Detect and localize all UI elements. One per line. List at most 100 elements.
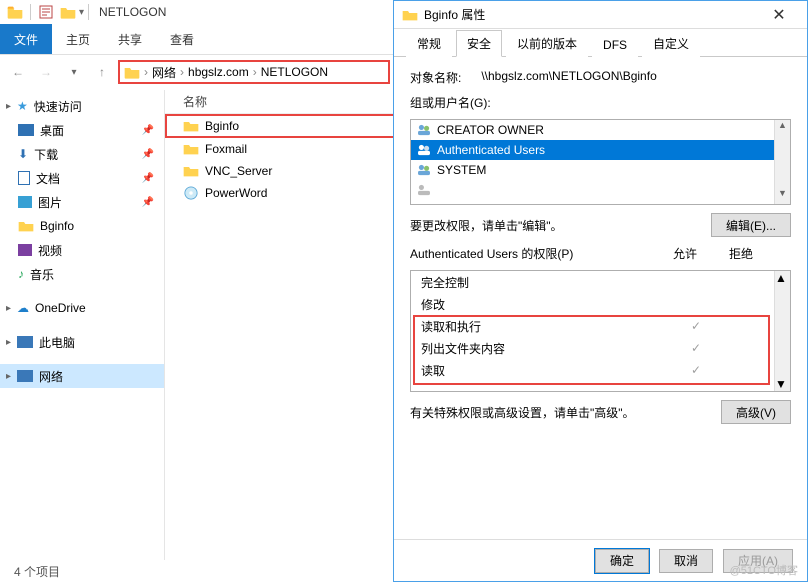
sidebar-network[interactable]: ▸ 网络 — [0, 364, 164, 388]
cancel-button[interactable]: 取消 — [659, 549, 713, 573]
edit-hint: 要更改权限，请单击"编辑"。 — [410, 217, 563, 234]
crumb-domain[interactable]: hbgslz.com — [188, 65, 249, 79]
ok-button[interactable]: 确定 — [595, 549, 649, 573]
thispc-icon — [17, 336, 33, 348]
ribbon-tab-view[interactable]: 查看 — [156, 24, 208, 54]
sidebar-onedrive[interactable]: ▸ ☁ OneDrive — [0, 296, 164, 320]
desktop-icon — [18, 124, 34, 136]
allow-check: ✓ — [668, 319, 724, 333]
advanced-button[interactable]: 高级(V) — [721, 400, 791, 424]
crumb-network[interactable]: 网络 — [152, 64, 176, 81]
chevron-right-icon: ▸ — [6, 303, 11, 314]
music-icon: ♪ — [18, 267, 24, 281]
perm-full-control[interactable]: 完全控制 — [411, 271, 790, 293]
app-icon — [4, 1, 26, 23]
pin-icon: 📌 — [142, 125, 154, 136]
tab-security[interactable]: 安全 — [456, 30, 502, 57]
sidebar-item-bginfo[interactable]: Bginfo — [0, 214, 164, 238]
allow-check: ✓ — [668, 341, 724, 355]
back-button[interactable]: ← — [6, 60, 30, 84]
user-system[interactable]: SYSTEM — [411, 160, 790, 180]
folder-icon — [124, 65, 140, 79]
allow-check: ✓ — [668, 363, 724, 377]
folder-icon — [183, 119, 199, 133]
sidebar-item-downloads[interactable]: ⬇ 下载📌 — [0, 142, 164, 166]
sidebar-quick-access[interactable]: ▸ ★ 快速访问 — [0, 94, 164, 118]
pin-icon: 📌 — [142, 149, 154, 160]
perm-list-contents[interactable]: 列出文件夹内容 ✓ — [411, 337, 790, 359]
dialog-titlebar: Bginfo 属性 ✕ — [394, 1, 807, 29]
ribbon-tab-home[interactable]: 主页 — [52, 24, 104, 54]
column-name[interactable]: 名称 — [165, 93, 365, 110]
permissions-header: Authenticated Users 的权限(P) 允许 拒绝 — [410, 245, 791, 262]
tab-customize[interactable]: 自定义 — [642, 30, 700, 57]
user-authenticated-users[interactable]: Authenticated Users — [411, 140, 790, 160]
qat-newfolder-icon[interactable] — [57, 1, 79, 23]
watermark: @51CTO博客 — [730, 562, 798, 578]
folder-icon — [402, 8, 418, 22]
users-icon — [417, 164, 431, 176]
perm-read[interactable]: 读取 ✓ — [411, 359, 790, 381]
tab-previous-versions[interactable]: 以前的版本 — [506, 30, 588, 57]
sidebar-item-documents[interactable]: 文档📌 — [0, 166, 164, 190]
sidebar-this-pc[interactable]: ▸ 此电脑 — [0, 330, 164, 354]
permissions-listbox[interactable]: 完全控制 修改 读取和执行 ✓ 列出文件夹内容 ✓ 读取 ✓ — [410, 270, 791, 392]
close-button[interactable]: ✕ — [759, 5, 799, 25]
dialog-title: Bginfo 属性 — [424, 6, 485, 23]
users-icon — [417, 144, 431, 156]
onedrive-icon: ☁ — [17, 301, 29, 315]
scrollbar[interactable]: ▲ ▼ — [774, 271, 790, 391]
forward-button[interactable]: → — [34, 60, 58, 84]
downloads-icon: ⬇ — [18, 147, 28, 161]
col-deny: 拒绝 — [713, 245, 769, 262]
pin-icon: 📌 — [142, 173, 154, 184]
scroll-down-icon[interactable]: ▼ — [775, 188, 790, 204]
pictures-icon — [18, 196, 32, 208]
scroll-up-icon[interactable]: ▲ — [775, 271, 790, 285]
chevron-right-icon: ▸ — [6, 371, 11, 382]
properties-dialog: Bginfo 属性 ✕ 常规 安全 以前的版本 DFS 自定义 对象名称: \\… — [393, 0, 808, 582]
sidebar-item-videos[interactable]: 视频 — [0, 238, 164, 262]
users-listbox[interactable]: CREATOR OWNER Authenticated Users SYSTEM… — [410, 119, 791, 205]
object-name-label: 对象名称: — [410, 69, 461, 86]
sidebar-item-music[interactable]: ♪ 音乐 — [0, 262, 164, 286]
qat-properties-icon[interactable] — [35, 1, 57, 23]
dialog-tabs: 常规 安全 以前的版本 DFS 自定义 — [394, 29, 807, 57]
scroll-down-icon[interactable]: ▼ — [775, 377, 790, 391]
star-icon: ★ — [17, 99, 28, 113]
object-name-row: 对象名称: \\hbgslz.com\NETLOGON\Bginfo — [410, 69, 791, 86]
videos-icon — [18, 244, 32, 256]
folder-icon — [18, 219, 34, 233]
users-icon — [417, 124, 431, 136]
scroll-up-icon[interactable]: ▲ — [775, 120, 790, 136]
perm-modify[interactable]: 修改 — [411, 293, 790, 315]
history-dropdown[interactable]: ▾ — [62, 60, 86, 84]
app-icon — [183, 186, 199, 200]
col-allow: 允许 — [657, 245, 713, 262]
perm-read-execute[interactable]: 读取和执行 ✓ — [411, 315, 790, 337]
chevron-right-icon: ▸ — [6, 101, 11, 112]
permissions-for-label: Authenticated Users 的权限(P) — [410, 245, 657, 262]
edit-button[interactable]: 编辑(E)... — [711, 213, 791, 237]
up-button[interactable]: ↑ — [90, 60, 114, 84]
documents-icon — [18, 171, 30, 185]
user-more[interactable] — [411, 180, 790, 200]
object-name-value: \\hbgslz.com\NETLOGON\Bginfo — [481, 69, 656, 86]
tab-general[interactable]: 常规 — [406, 30, 452, 57]
qat-dropdown-icon[interactable]: ▾ — [79, 7, 84, 18]
ribbon-file[interactable]: 文件 — [0, 24, 52, 54]
advanced-hint: 有关特殊权限或高级设置，请单击"高级"。 — [410, 404, 635, 421]
users-icon — [417, 184, 431, 196]
chevron-right-icon: ▸ — [6, 337, 11, 348]
sidebar-item-pictures[interactable]: 图片📌 — [0, 190, 164, 214]
crumb-folder[interactable]: NETLOGON — [261, 65, 328, 79]
scrollbar[interactable]: ▲ ▼ — [774, 120, 790, 204]
sidebar-item-desktop[interactable]: 桌面📌 — [0, 118, 164, 142]
user-creator-owner[interactable]: CREATOR OWNER — [411, 120, 790, 140]
address-bar[interactable]: › 网络 › hbgslz.com › NETLOGON — [118, 60, 390, 84]
folder-icon — [183, 142, 199, 156]
tab-dfs[interactable]: DFS — [592, 33, 638, 57]
ribbon-tab-share[interactable]: 共享 — [104, 24, 156, 54]
pin-icon: 📌 — [142, 197, 154, 208]
folder-icon — [183, 164, 199, 178]
